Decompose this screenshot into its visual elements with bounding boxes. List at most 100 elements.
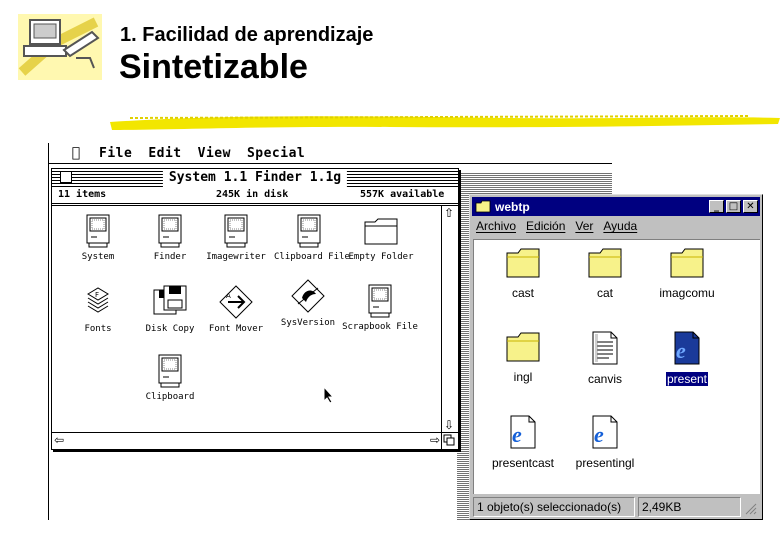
icon-label: Clipboard File [274,252,350,262]
svg-text:A: A [226,292,231,300]
close-box-button[interactable] [60,171,72,183]
folder-item-imagcomu[interactable]: imagcomu [644,246,730,300]
item-label: presentcast [491,456,555,470]
icon-label: SysVersion [280,318,336,328]
file-icon-sysversion[interactable]: SysVersion [276,278,340,328]
file-item-presentcast[interactable]: e presentcast [480,414,566,470]
folder-item-ingl[interactable]: ingl [480,330,566,384]
icon-label: Font Mover [208,324,264,334]
mouse-pointer-icon [323,386,335,404]
file-item-canvis[interactable]: canvis [562,330,648,386]
menu-file[interactable]: File [99,146,132,161]
file-icon-fonts[interactable]: F Fonts [70,284,126,334]
resize-grip-icon[interactable] [745,503,757,515]
finder-title-bar[interactable]: System 1.1 Finder 1.1g [52,169,458,187]
explorer-window: webtp _ □ ✕ Archivo Edición Ver Ayuda ca… [469,194,763,520]
finder-window-title: System 1.1 Finder 1.1g [162,169,348,187]
mac-computer-icon [224,214,248,248]
menu-archivo[interactable]: Archivo [476,219,516,233]
font-mover-icon: A [219,285,253,319]
menu-special[interactable]: Special [247,146,305,161]
ie-document-icon: e [674,331,700,365]
vertical-scrollbar[interactable]: ⇧ ⇩ [441,206,458,432]
file-icon-scrapbook-file[interactable]: Scrapbook File [342,284,418,332]
item-label: present [664,371,710,387]
mac-menubar:  File Edit View Special [49,143,612,164]
ie-document-icon: e [592,415,618,449]
folder-icon [670,248,704,278]
folder-item-cat[interactable]: cat [562,246,648,300]
menu-ver[interactable]: Ver [575,219,593,233]
folder-icon [364,218,398,245]
icon-label: Fonts [84,324,112,334]
horizontal-scrollbar[interactable]: ⇦ ⇨ [52,432,442,449]
computer-logo-icon [18,14,102,80]
svg-text:e: e [512,422,522,447]
menu-edicion[interactable]: Edición [526,219,565,233]
status-selection: 1 objeto(s) seleccionado(s) [473,497,635,517]
file-icon-clipboard[interactable]: Clipboard [140,354,200,402]
file-item-presentingl[interactable]: e presentingl [562,414,648,470]
file-icon-font-mover[interactable]: A Font Mover [204,284,268,334]
svg-text:F: F [95,291,99,299]
floppy-disk-icon [153,285,187,315]
mac-computer-icon [158,214,182,248]
menu-ayuda[interactable]: Ayuda [603,219,637,233]
disk-usage: 245K in disk [216,189,289,200]
file-icon-disk-copy[interactable]: Disk Copy [140,284,200,334]
scroll-down-arrow-icon[interactable]: ⇩ [442,418,456,432]
folder-icon [506,248,540,278]
icon-label: System [81,252,115,262]
item-label: imagcomu [659,286,715,300]
item-label: cat [596,286,613,300]
explorer-title-bar[interactable]: webtp _ □ ✕ [472,197,760,216]
scroll-left-arrow-icon[interactable]: ⇦ [52,433,66,447]
minimize-button[interactable]: _ [709,200,724,213]
grow-box-icon [443,434,455,446]
resize-grow-box[interactable] [441,432,458,449]
menu-edit[interactable]: Edit [148,146,181,161]
item-label: ingl [513,370,533,384]
icon-label: Finder [153,252,187,262]
folder-small-icon [475,200,491,213]
finder-window: System 1.1 Finder 1.1g 11 items 245K in … [51,168,459,450]
mac-computer-icon [158,354,182,388]
folder-icon [588,248,622,278]
apple-menu-icon[interactable]:  [69,145,83,161]
file-icon-clipboard-file[interactable]: Clipboard File [274,214,350,262]
file-icon-system[interactable]: System [70,214,126,262]
menu-view[interactable]: View [198,146,231,161]
file-icon-empty-folder[interactable]: Empty Folder [346,214,416,262]
item-label: cast [511,286,534,300]
mac-computer-icon [368,284,392,318]
svg-text:e: e [676,338,686,363]
slide-subtitle: 1. Facilidad de aprendizaje [120,24,374,46]
explorer-window-title: webtp [495,199,530,214]
ie-document-icon: e [510,415,536,449]
slide-title: Sintetizable [119,48,308,86]
fonts-suitcase-icon: F [87,287,109,313]
text-document-icon [592,331,618,365]
status-size: 2,49KB [638,497,741,517]
scroll-right-arrow-icon[interactable]: ⇨ [428,433,442,447]
icon-label: Scrapbook File [342,322,418,332]
file-item-present[interactable]: e present [644,330,730,387]
finder-icon-area: System Finder Imagewriter Clipboard File… [52,206,458,428]
items-count: 11 items [58,189,107,200]
item-label: presentingl [575,456,635,470]
sysversion-icon [291,279,325,313]
status-bar: 1 objeto(s) seleccionado(s) 2,49KB [473,497,759,517]
disk-available: 557K available [360,189,445,200]
mac-computer-icon [86,214,110,248]
file-icon-finder[interactable]: Finder [142,214,198,262]
folder-item-cast[interactable]: cast [480,246,566,300]
close-button[interactable]: ✕ [743,200,758,213]
finder-info-bar: 11 items 245K in disk 557K available [52,187,458,206]
highlighter-stroke [110,115,780,130]
file-icon-imagewriter[interactable]: Imagewriter [204,214,268,262]
maximize-button[interactable]: □ [726,200,741,213]
item-label: canvis [587,372,622,386]
folder-icon [506,332,540,362]
scroll-up-arrow-icon[interactable]: ⇧ [442,206,456,220]
icon-label: Empty Folder [348,252,414,262]
